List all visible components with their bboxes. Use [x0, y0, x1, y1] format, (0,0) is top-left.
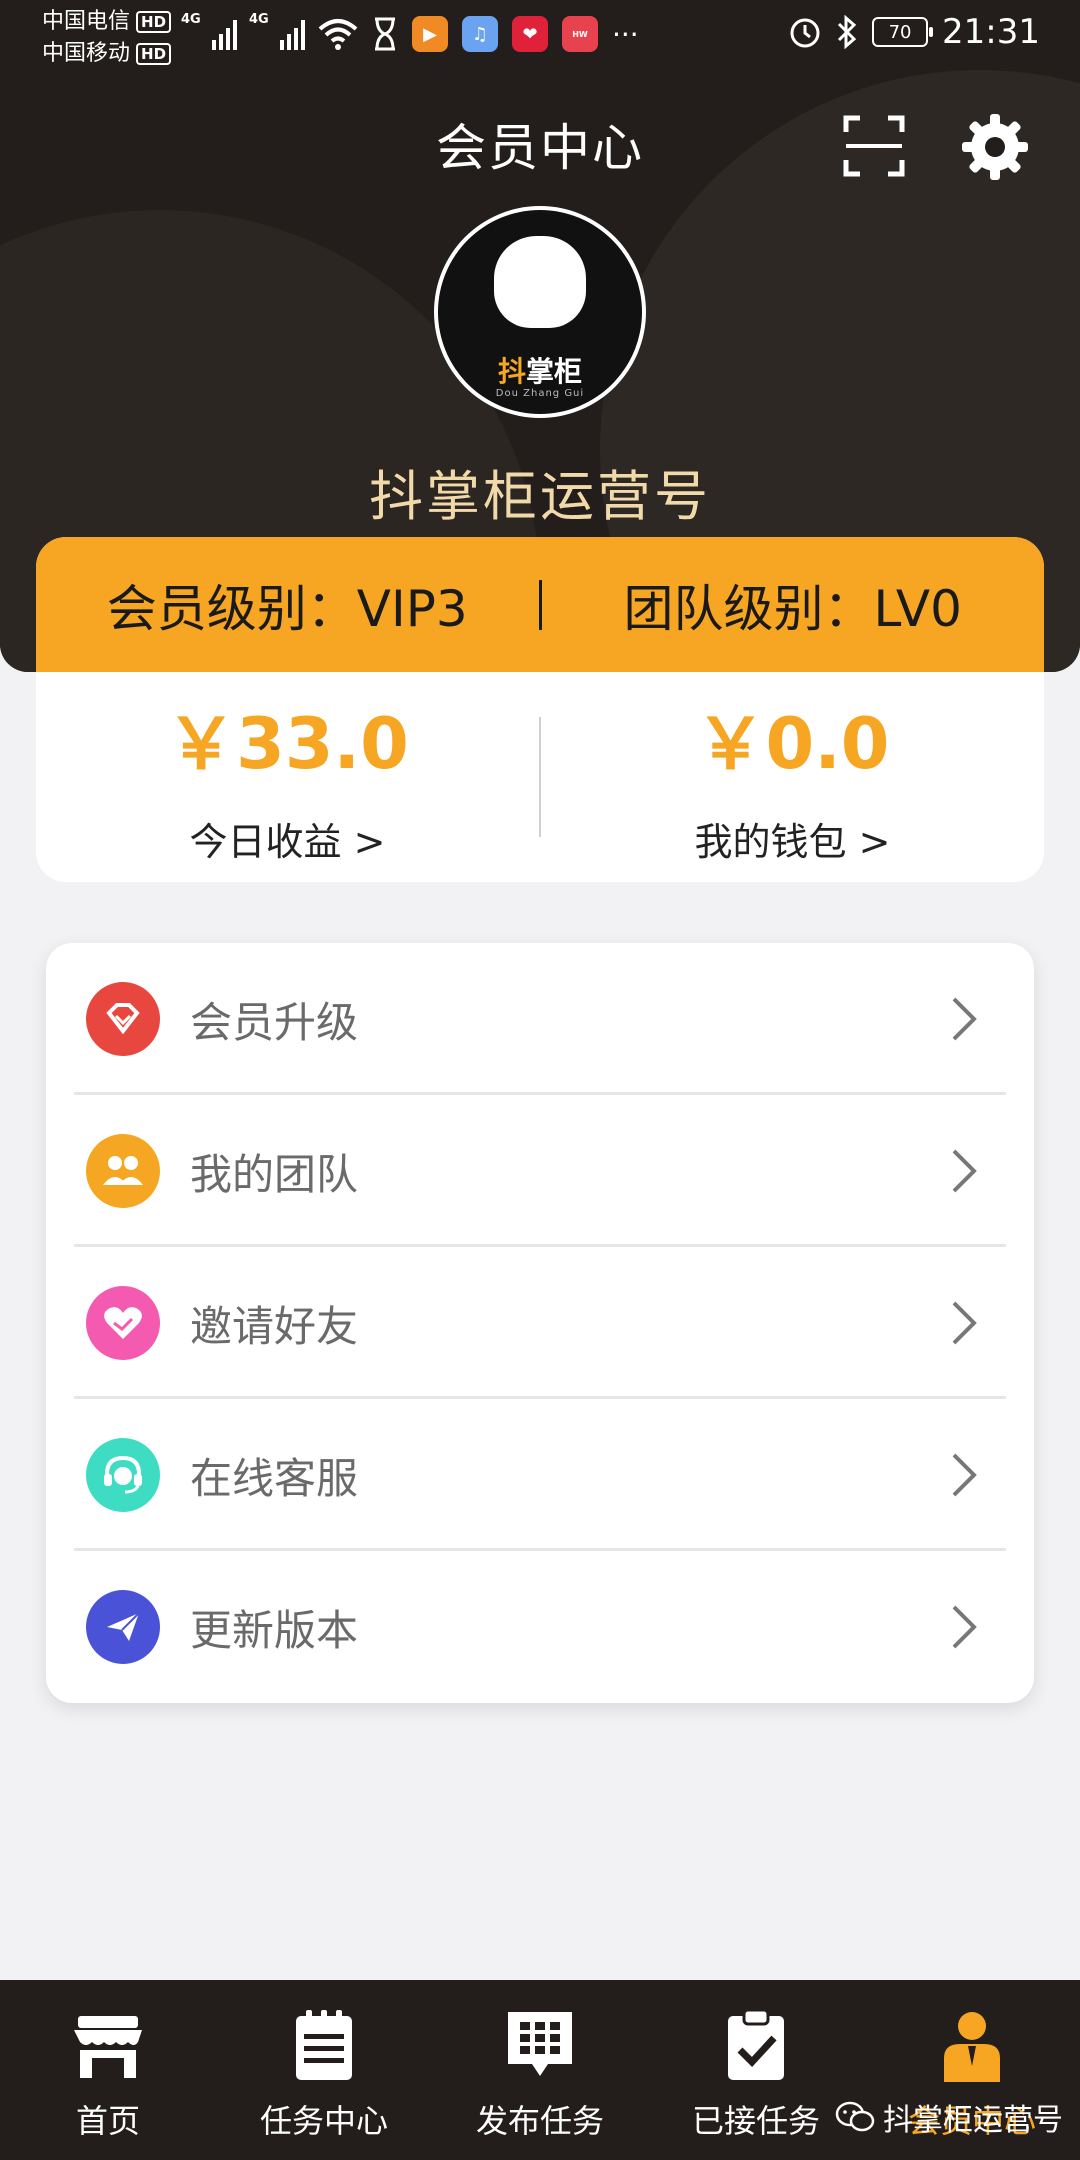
- level-bar: 会员级别：VIP3 团队级别：LV0: [36, 537, 1044, 672]
- carrier-2: 中国移动: [42, 41, 131, 66]
- wallet-link[interactable]: 我的钱包 >: [541, 811, 1044, 866]
- avatar-logo-first: 抖: [497, 355, 526, 388]
- account-name: 抖掌柜运营号: [369, 465, 711, 528]
- wechat-icon: [835, 2101, 875, 2132]
- chevron-right-icon: [952, 997, 977, 1041]
- notification-icons: ▶ ♫ ❤ HW ···: [318, 16, 639, 52]
- clipboard-check-icon: [728, 2008, 784, 2080]
- scan-icon[interactable]: [842, 114, 906, 178]
- signal-indicators: 4G 4G: [181, 12, 305, 50]
- nav-label: 任务中心: [259, 2102, 388, 2140]
- watermark-text: 抖掌柜运营号: [883, 2103, 1063, 2138]
- menu-item-label: 更新版本: [190, 1605, 359, 1655]
- page-title: 会员中心: [436, 119, 644, 177]
- status-right: 70 21:31: [788, 12, 1040, 52]
- wallet-amount: ￥0.0: [695, 703, 890, 785]
- hourglass-icon: [375, 17, 395, 51]
- team-icon: [86, 1134, 160, 1208]
- grid-publish-icon: [508, 2012, 572, 2076]
- menu-item-label: 会员升级: [190, 997, 359, 1047]
- gear-icon[interactable]: [960, 112, 1030, 182]
- network-type: 4G: [249, 12, 269, 27]
- huawei-app-icon: HW: [562, 16, 598, 52]
- avatar-image: 抖掌柜 Dou Zhang Gui: [438, 210, 642, 414]
- shopping-app-icon: ❤: [512, 16, 548, 52]
- member-level: 会员级别：VIP3: [106, 579, 468, 638]
- menu-item-label: 邀请好友: [190, 1301, 359, 1351]
- member-icon: [944, 2012, 1000, 2082]
- carrier-info: 中国电信 HD 中国移动 HD: [42, 6, 172, 70]
- nav-label: 发布任务: [475, 2102, 604, 2140]
- bluetooth-icon: [837, 15, 857, 49]
- store-icon: [74, 2016, 142, 2078]
- menu-item-support[interactable]: 在线客服: [74, 1399, 1006, 1551]
- menu-item-label: 在线客服: [190, 1453, 359, 1503]
- nav-home[interactable]: 首页: [0, 1980, 216, 2160]
- alarm-icon: [790, 18, 820, 48]
- signal-icon: 4G: [249, 12, 305, 50]
- signal-icon: 4G: [181, 12, 237, 50]
- battery-level: 70: [888, 21, 912, 43]
- status-bar: 中国电信 HD 中国移动 HD 4G 4G ▶ ♫ ❤ HW ··· 70 21…: [0, 0, 1080, 70]
- nav-publish-task[interactable]: 发布任务: [432, 1980, 648, 2160]
- menu-item-team[interactable]: 我的团队: [74, 1095, 1006, 1247]
- chevron-right-icon: [952, 1149, 977, 1193]
- menu-item-update[interactable]: 更新版本: [74, 1551, 1006, 1703]
- chevron-right-icon: [952, 1301, 977, 1345]
- headset-icon: [86, 1438, 160, 1512]
- more-notifications: ···: [612, 17, 639, 51]
- battery-icon: 70: [872, 17, 934, 47]
- wifi-icon: [318, 19, 358, 50]
- avatar[interactable]: 抖掌柜 Dou Zhang Gui: [434, 206, 646, 418]
- hd-badge: HD: [136, 43, 172, 65]
- chevron-right-icon: [952, 1453, 977, 1497]
- clock: 21:31: [942, 12, 1040, 52]
- video-app-icon: ▶: [412, 16, 448, 52]
- chevron-right-icon: [952, 1605, 977, 1649]
- diamond-icon: [86, 982, 160, 1056]
- carrier-1: 中国电信: [42, 9, 131, 34]
- team-level: 团队级别：LV0: [623, 579, 962, 638]
- menu-list: 会员升级 我的团队 邀请好友 在线客服 更新版本: [46, 943, 1034, 1703]
- music-app-icon: ♫: [462, 16, 498, 52]
- avatar-logo-rest: 掌柜: [526, 355, 583, 388]
- hd-badge: HD: [136, 11, 172, 33]
- network-type: 4G: [181, 12, 201, 27]
- paper-plane-icon: [86, 1590, 160, 1664]
- menu-item-label: 我的团队: [190, 1149, 359, 1199]
- clipboard-list-icon: [296, 2010, 352, 2080]
- nav-label: 已接任务: [691, 2102, 820, 2140]
- heart-handshake-icon: [86, 1286, 160, 1360]
- nav-label: 首页: [75, 2102, 140, 2140]
- avatar-logo-subtitle: Dou Zhang Gui: [495, 388, 585, 399]
- mascot-figure: [494, 236, 586, 328]
- today-income-link[interactable]: 今日收益 >: [36, 811, 539, 866]
- earnings-row: ￥33.0 今日收益 > ￥0.0 我的钱包 >: [36, 672, 1044, 882]
- avatar-logo-text: 抖掌柜: [438, 350, 642, 390]
- today-income-block[interactable]: ￥33.0 今日收益 >: [36, 688, 539, 866]
- today-income-amount: ￥33.0: [166, 703, 409, 785]
- watermark: 抖掌柜运营号: [835, 2095, 1063, 2139]
- nav-task-center[interactable]: 任务中心: [216, 1980, 432, 2160]
- menu-item-invite[interactable]: 邀请好友: [74, 1247, 1006, 1399]
- nav-accepted-tasks[interactable]: 已接任务: [648, 1980, 864, 2160]
- member-level-card: 会员级别：VIP3 团队级别：LV0 ￥33.0 今日收益 > ￥0.0 我的钱…: [36, 537, 1044, 882]
- wallet-block[interactable]: ￥0.0 我的钱包 >: [541, 688, 1044, 866]
- menu-item-upgrade[interactable]: 会员升级: [74, 943, 1006, 1095]
